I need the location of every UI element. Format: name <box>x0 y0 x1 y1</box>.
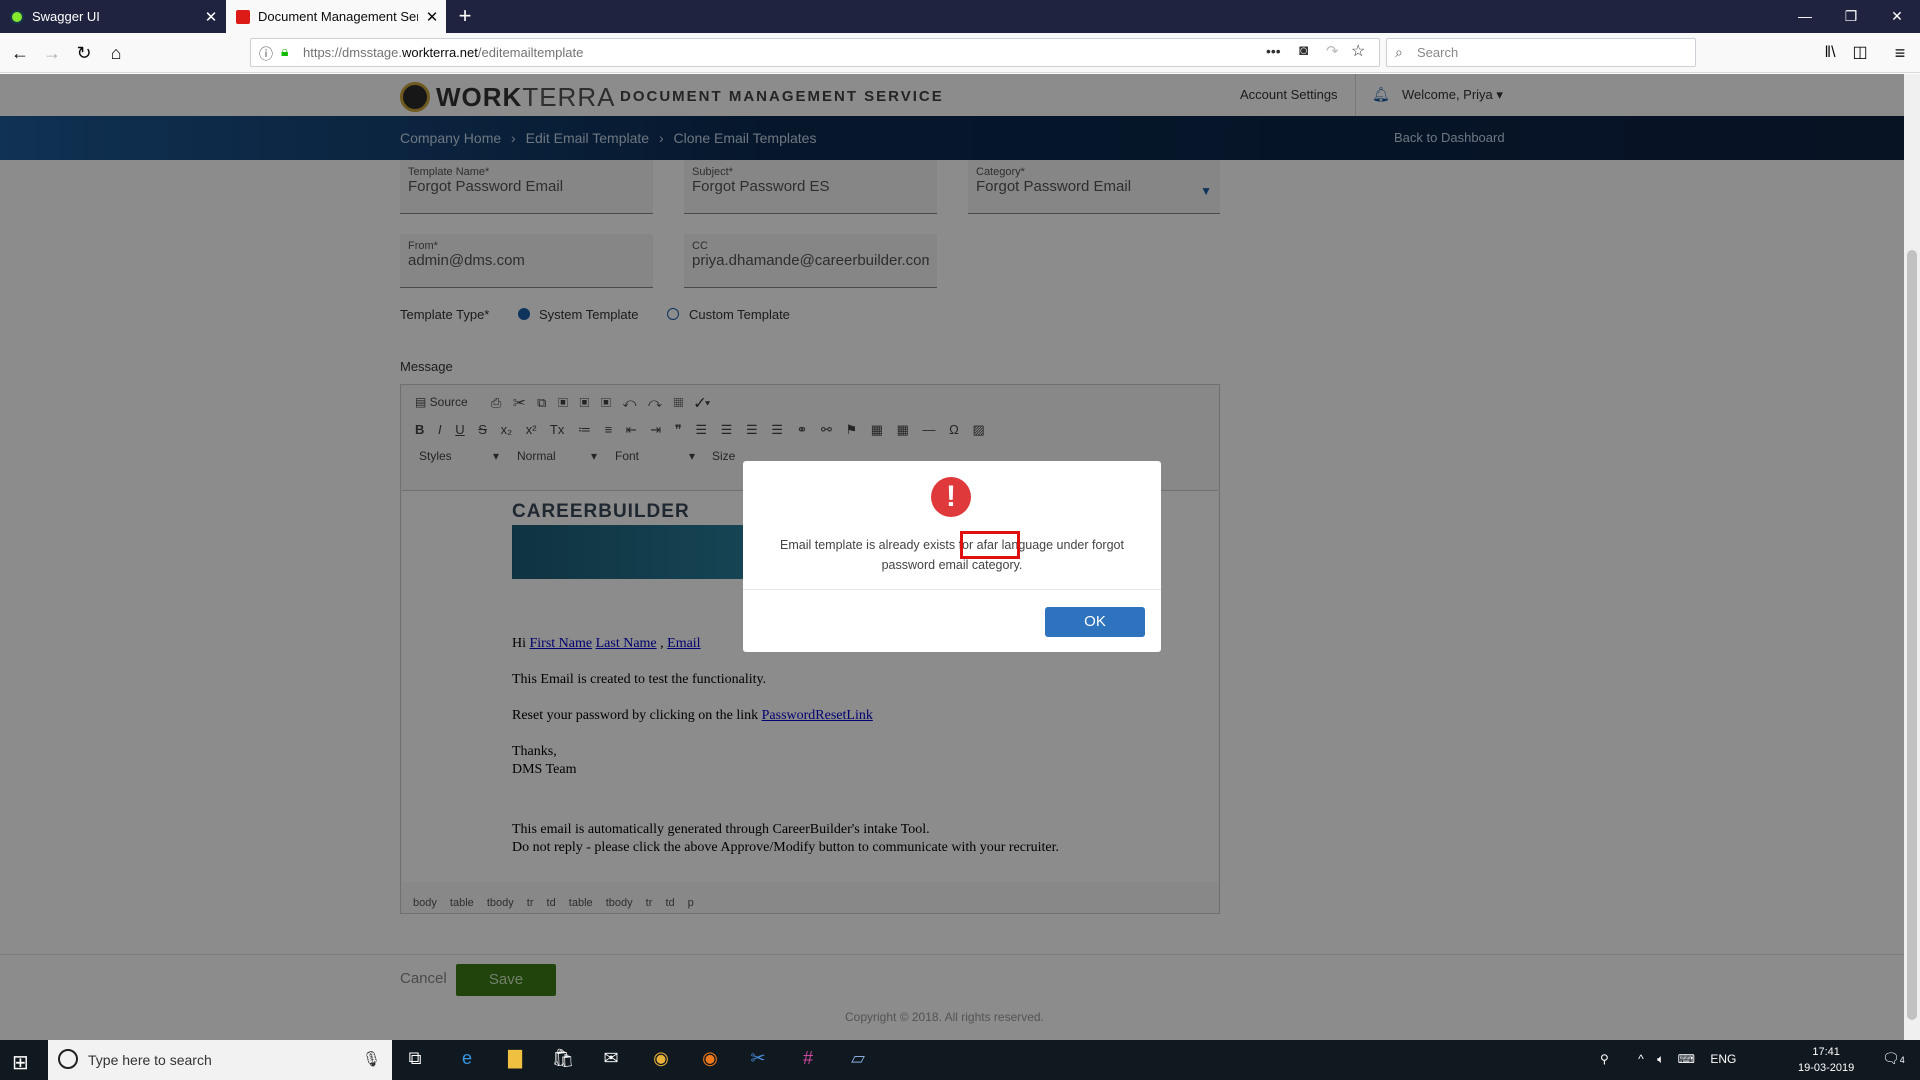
info-icon[interactable]: ⓘ <box>259 44 273 64</box>
windows-taskbar: ⊞ Type here to search 🎙︎ ⧉ e ▇ 🛍︎ ✉ ◉ ◉ … <box>0 1040 1920 1080</box>
windows-start-icon[interactable]: ⊞ <box>12 1050 29 1075</box>
menu-icon[interactable]: ≡ <box>1888 41 1912 65</box>
chrome-icon[interactable]: ◉ <box>648 1048 674 1072</box>
minimize-button[interactable]: — <box>1782 0 1828 33</box>
tab-swagger-ui[interactable]: Swagger UI ✕ <box>0 0 225 33</box>
cortana-icon <box>58 1049 78 1069</box>
reader-icon[interactable]: ↷ <box>1326 42 1339 60</box>
snipping-tool-icon[interactable]: ✂ <box>745 1048 771 1072</box>
home-icon[interactable]: ⌂ <box>104 41 128 65</box>
notepad-icon[interactable]: ▱ <box>845 1048 871 1072</box>
browser-tab-bar: Swagger UI ✕ Document Management Servic … <box>0 0 1920 33</box>
library-icon[interactable]: ‖\ <box>1818 41 1842 65</box>
forward-arrow-icon[interactable]: → <box>40 41 64 65</box>
close-tab-icon[interactable]: ✕ <box>418 8 446 26</box>
language-indicator[interactable]: ENG <box>1710 1052 1736 1066</box>
highlight-annotation <box>960 531 1020 559</box>
notifications-icon[interactable]: 🗨︎4 <box>1882 1050 1905 1067</box>
taskbar-search[interactable]: Type here to search 🎙︎ <box>48 1040 392 1080</box>
volume-icon[interactable]: 🔈︎ <box>1657 1052 1664 1066</box>
url-text: https://dmsstage.workterra.net/editemail… <box>303 45 584 60</box>
system-tray: ⚲ ^ 🔈︎ ⌨ ENG <box>1600 1052 1736 1067</box>
angular-icon <box>236 9 250 24</box>
store-icon[interactable]: 🛍︎ <box>550 1048 576 1072</box>
microphone-icon[interactable]: 🎙︎ <box>362 1050 381 1068</box>
new-tab-button[interactable]: + <box>452 4 478 30</box>
lock-icon: 🔒︎ <box>281 43 289 59</box>
pocket-icon[interactable]: ◙ <box>1299 42 1308 59</box>
restore-button[interactable]: ❐ <box>1828 0 1874 33</box>
task-view-icon[interactable]: ⧉ <box>402 1048 428 1072</box>
close-window-button[interactable]: ✕ <box>1874 0 1920 33</box>
tab-label: Document Management Servic <box>258 9 418 24</box>
url-bar[interactable]: ⓘ 🔒︎ https://dmsstage.workterra.net/edit… <box>250 38 1380 67</box>
sidebar-icon[interactable]: ◫ <box>1848 41 1872 65</box>
clock[interactable]: 17:41 19-03-2019 <box>1798 1044 1854 1076</box>
scrollbar-thumb[interactable] <box>1907 250 1917 1020</box>
people-icon[interactable]: ⚲ <box>1600 1052 1609 1066</box>
slack-icon[interactable]: # <box>795 1048 821 1072</box>
swagger-icon <box>10 9 24 24</box>
error-dialog: ! Email template is already exists for a… <box>743 461 1161 652</box>
tab-label: Swagger UI <box>32 9 100 24</box>
dialog-divider <box>743 589 1161 590</box>
browser-toolbar: ← → ↻ ⌂ ⓘ 🔒︎ https://dmsstage.workterra.… <box>0 33 1920 73</box>
taskbar-search-placeholder: Type here to search <box>88 1052 212 1068</box>
firefox-icon[interactable]: ◉ <box>697 1048 723 1072</box>
page-actions-icon[interactable]: ••• <box>1266 43 1281 59</box>
file-explorer-icon[interactable]: ▇ <box>502 1048 528 1072</box>
close-tab-icon[interactable]: ✕ <box>197 8 225 26</box>
mail-icon[interactable]: ✉ <box>598 1048 624 1072</box>
ok-button[interactable]: OK <box>1045 607 1145 637</box>
alert-icon: ! <box>931 477 971 517</box>
search-placeholder: Search <box>1417 45 1459 60</box>
browser-search-field[interactable]: ⌕ Search <box>1386 38 1696 67</box>
search-icon: ⌕ <box>1395 44 1403 60</box>
back-arrow-icon[interactable]: ← <box>8 41 32 65</box>
error-message: Email template is already exists for afa… <box>780 538 1124 572</box>
keyboard-icon[interactable]: ⌨ <box>1678 1052 1695 1066</box>
tray-chevron-icon[interactable]: ^ <box>1638 1052 1644 1066</box>
reload-icon[interactable]: ↻ <box>72 41 96 65</box>
edge-icon[interactable]: e <box>454 1048 480 1072</box>
tab-document-management[interactable]: Document Management Servic ✕ <box>226 0 446 33</box>
bookmark-star-icon[interactable]: ☆ <box>1351 41 1365 61</box>
